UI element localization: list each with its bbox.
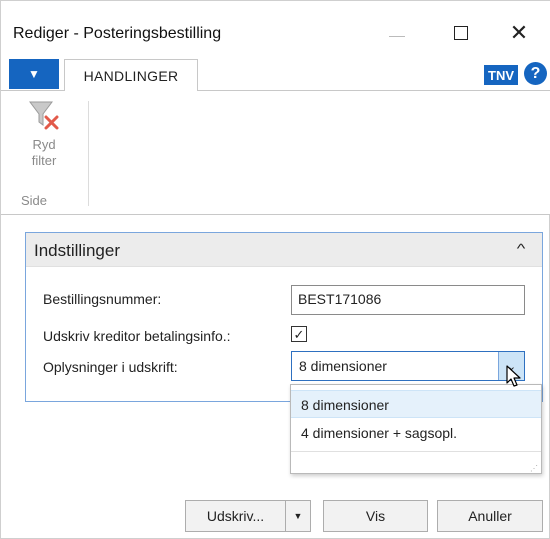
chevron-up-icon[interactable]: ^ [517, 241, 526, 256]
print-details-value: 8 dimensioner [299, 358, 387, 374]
dialog-window: Rediger - Posteringsbestilling ✕ ▼ HANDL… [0, 0, 550, 539]
preview-button[interactable]: Vis [323, 500, 428, 532]
dropdown-divider [291, 451, 541, 452]
checkmark-icon: ✓ [293, 326, 305, 342]
order-number-label: Bestillingsnummer: [43, 291, 162, 307]
order-number-field[interactable]: BEST171086 [291, 285, 525, 315]
minimize-button[interactable] [375, 15, 419, 51]
dropdown-option-8-dimensioner[interactable]: 8 dimensioner [291, 390, 541, 418]
print-details-dropdown-list: 8 dimensioner 4 dimensioner + sagsopl. ⋰ [290, 384, 542, 474]
print-details-select[interactable]: 8 dimensioner ⌄ [291, 351, 525, 381]
print-options-button[interactable]: ▼ [285, 500, 311, 532]
fasttab-title: Indstillinger [34, 241, 120, 260]
ribbon-divider [88, 101, 89, 206]
application-menu-button[interactable]: ▼ [9, 59, 59, 89]
title-bar: Rediger - Posteringsbestilling ✕ [1, 1, 550, 57]
tab-handlinger[interactable]: HANDLINGER [64, 59, 198, 92]
vendor-payment-info-label: Udskriv kreditor betalingsinfo.: [43, 328, 231, 344]
help-icon: ? [530, 64, 541, 82]
clear-filter-icon [29, 101, 59, 130]
cancel-button[interactable]: Anuller [437, 500, 543, 532]
clear-filter-label-line1: Ryd [32, 137, 56, 152]
maximize-button[interactable] [439, 15, 483, 51]
fasttab-header[interactable]: Indstillinger ^ [26, 233, 542, 267]
clear-filter-label-line2: filter [31, 153, 57, 168]
resize-grip-icon[interactable]: ⋰ [530, 465, 538, 473]
print-details-label: Oplysninger i udskrift: [43, 359, 178, 375]
dropdown-option-4-dimensioner[interactable]: 4 dimensioner + sagsopl. [291, 419, 541, 447]
clear-filter-button[interactable]: Ryd filter [19, 99, 69, 169]
close-button[interactable]: ✕ [497, 15, 541, 51]
help-button[interactable]: ? [524, 62, 547, 85]
window-title: Rediger - Posteringsbestilling [13, 25, 222, 42]
ribbon-tab-strip: ▼ HANDLINGER TNV ? [1, 57, 550, 92]
close-icon: ✕ [509, 20, 529, 45]
vendor-payment-info-checkbox[interactable]: ✓ [291, 326, 307, 342]
ribbon-body: Ryd filter Side [1, 91, 550, 215]
company-badge: TNV [484, 65, 518, 85]
caret-down-icon: ▼ [293, 511, 303, 521]
minimize-icon [389, 35, 405, 37]
print-button[interactable]: Udskriv... [185, 500, 285, 532]
mouse-cursor-icon [506, 365, 521, 387]
ribbon-group-label: Side [21, 193, 48, 208]
maximize-icon [454, 26, 468, 40]
chevron-down-icon: ▼ [28, 67, 40, 81]
